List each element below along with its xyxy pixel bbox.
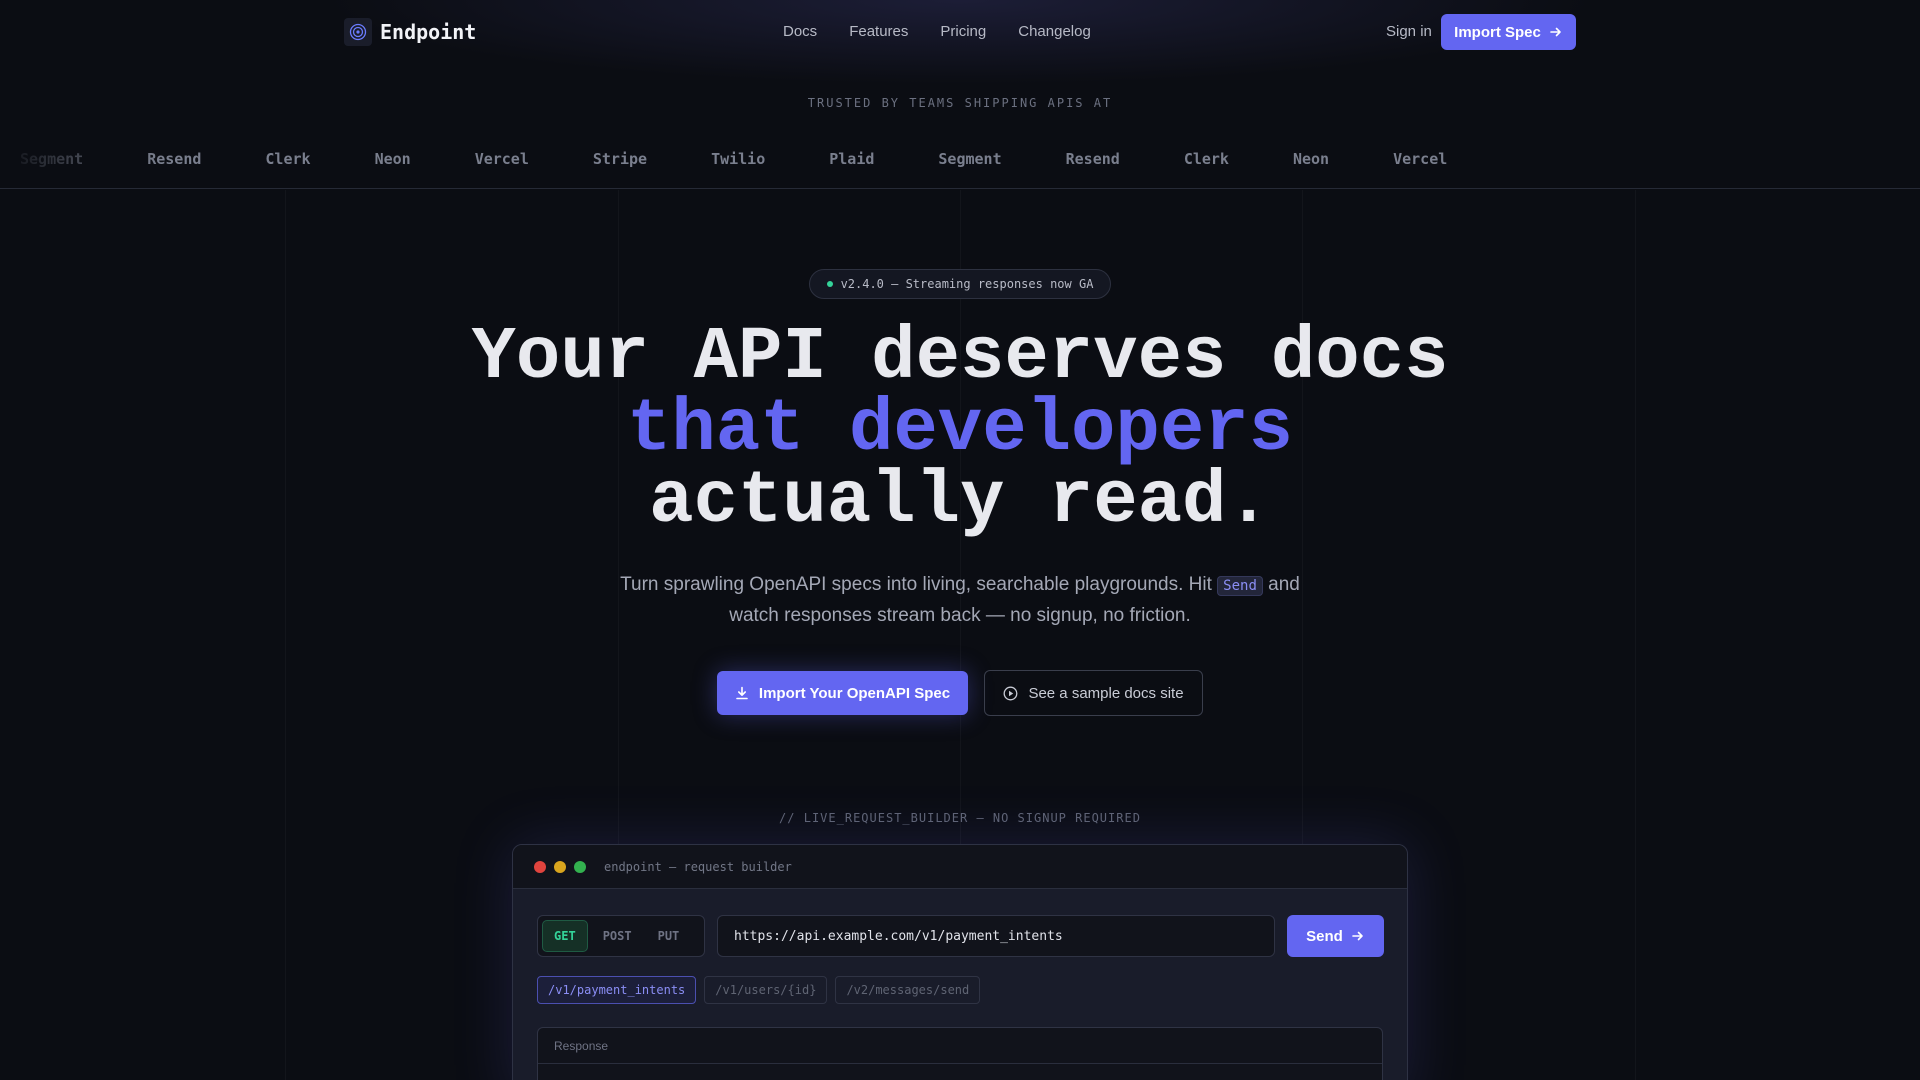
customer-logo: Twilio: [711, 150, 766, 168]
marquee-fade-left: [0, 150, 160, 186]
hero-title-line-2: that developers: [626, 388, 1294, 472]
hero-title-line-3: actually read.: [649, 460, 1271, 544]
hero-subtitle: Turn sprawling OpenAPI specs into living…: [600, 570, 1320, 630]
play-circle-icon: [1004, 686, 1018, 700]
window-title: endpoint — request builder: [604, 859, 792, 874]
customer-logo: Resend: [1065, 150, 1120, 168]
import-spec-button[interactable]: Import Spec: [1441, 14, 1576, 50]
response-header: Response: [538, 1028, 1382, 1064]
marquee-fade-right: [1760, 150, 1920, 186]
import-openapi-spec-label: Import Your OpenAPI Spec: [758, 684, 951, 702]
hero-title-line-1: Your API deserves docs: [471, 316, 1449, 400]
customer-logo: Vercel: [474, 150, 529, 168]
customer-logo: Vercel: [1393, 150, 1448, 168]
trusted-label: TRUSTED BY TEAMS SHIPPING APIS AT: [807, 96, 1113, 110]
method-put-tab[interactable]: PUT: [647, 920, 691, 952]
section-divider: [0, 188, 1920, 189]
inline-code-send: Send: [1217, 576, 1263, 596]
http-method-selector: GET POST PUT: [537, 915, 705, 957]
customer-logo: Neon: [1292, 150, 1330, 168]
preset-messages-send[interactable]: /v2/messages/send: [835, 976, 981, 1004]
brand-name: Endpoint: [380, 20, 477, 44]
minimize-dot-icon: [554, 860, 566, 873]
top-nav: Endpoint Docs Features Pricing Changelog…: [0, 0, 1920, 64]
customer-logo: Stripe: [592, 150, 648, 168]
hero-title: Your API deserves docs that developers a…: [0, 316, 1920, 544]
method-post-tab[interactable]: POST: [592, 920, 643, 952]
response-panel: Response: [537, 1027, 1383, 1080]
live-builder-label: // LIVE_REQUEST_BUILDER — NO SIGNUP REQU…: [779, 811, 1141, 825]
arrow-right-icon: [1352, 931, 1363, 941]
endpoint-presets: /v1/payment_intents /v1/users/{id} /v2/m…: [537, 976, 981, 1004]
status-dot-icon: [826, 281, 833, 287]
nav-link-docs[interactable]: Docs: [783, 23, 817, 40]
nav-link-changelog[interactable]: Changelog: [1018, 23, 1091, 40]
brand-logo[interactable]: Endpoint: [344, 18, 476, 46]
preset-users-id[interactable]: /v1/users/{id}: [704, 976, 828, 1004]
import-spec-label: Import Spec: [1454, 23, 1541, 41]
customer-logo: Clerk: [1183, 150, 1229, 168]
window-titlebar: endpoint — request builder: [513, 845, 1407, 889]
close-dot-icon: [534, 860, 546, 873]
hero-subtitle-start: Turn sprawling OpenAPI specs into living…: [620, 574, 1218, 595]
nav-links: Docs Features Pricing Changelog: [783, 23, 1091, 40]
customer-logo: Clerk: [265, 150, 311, 168]
customer-logo: Segment: [938, 150, 1002, 168]
customer-logos-marquee: Segment Resend Clerk Neon Vercel Stripe Twilio…: [0, 150, 1920, 186]
request-url-input[interactable]: https://api.example.com/v1/payment_inten…: [717, 915, 1275, 957]
nav-link-features[interactable]: Features: [849, 23, 908, 40]
import-openapi-spec-button[interactable]: Import Your OpenAPI Spec: [717, 671, 968, 715]
sample-docs-label: See a sample docs site: [1028, 684, 1184, 702]
sign-in-link[interactable]: Sign in: [1386, 23, 1432, 40]
request-builder-window: endpoint — request builder GET POST PUT …: [512, 844, 1408, 1080]
nav-link-pricing[interactable]: Pricing: [940, 23, 986, 40]
download-icon: [736, 686, 748, 700]
send-button[interactable]: Send: [1287, 915, 1384, 957]
customer-logo: Resend: [147, 150, 202, 168]
preset-payment-intents[interactable]: /v1/payment_intents: [537, 976, 697, 1004]
send-label: Send: [1306, 927, 1343, 945]
endpoint-logo-icon: [344, 18, 372, 46]
release-badge[interactable]: v2.4.0 — Streaming responses now GA: [809, 269, 1111, 299]
release-badge-text: v2.4.0 — Streaming responses now GA: [840, 277, 1094, 291]
customer-logo: Neon: [374, 150, 411, 168]
customer-logo: Plaid: [829, 150, 875, 168]
arrow-right-icon: [1550, 27, 1561, 37]
maximize-dot-icon: [574, 860, 586, 873]
method-get-tab[interactable]: GET: [542, 920, 588, 952]
logos-track: Segment Resend Clerk Neon Vercel Stripe Twilio…: [20, 150, 1511, 168]
sample-docs-button[interactable]: See a sample docs site: [984, 670, 1203, 716]
